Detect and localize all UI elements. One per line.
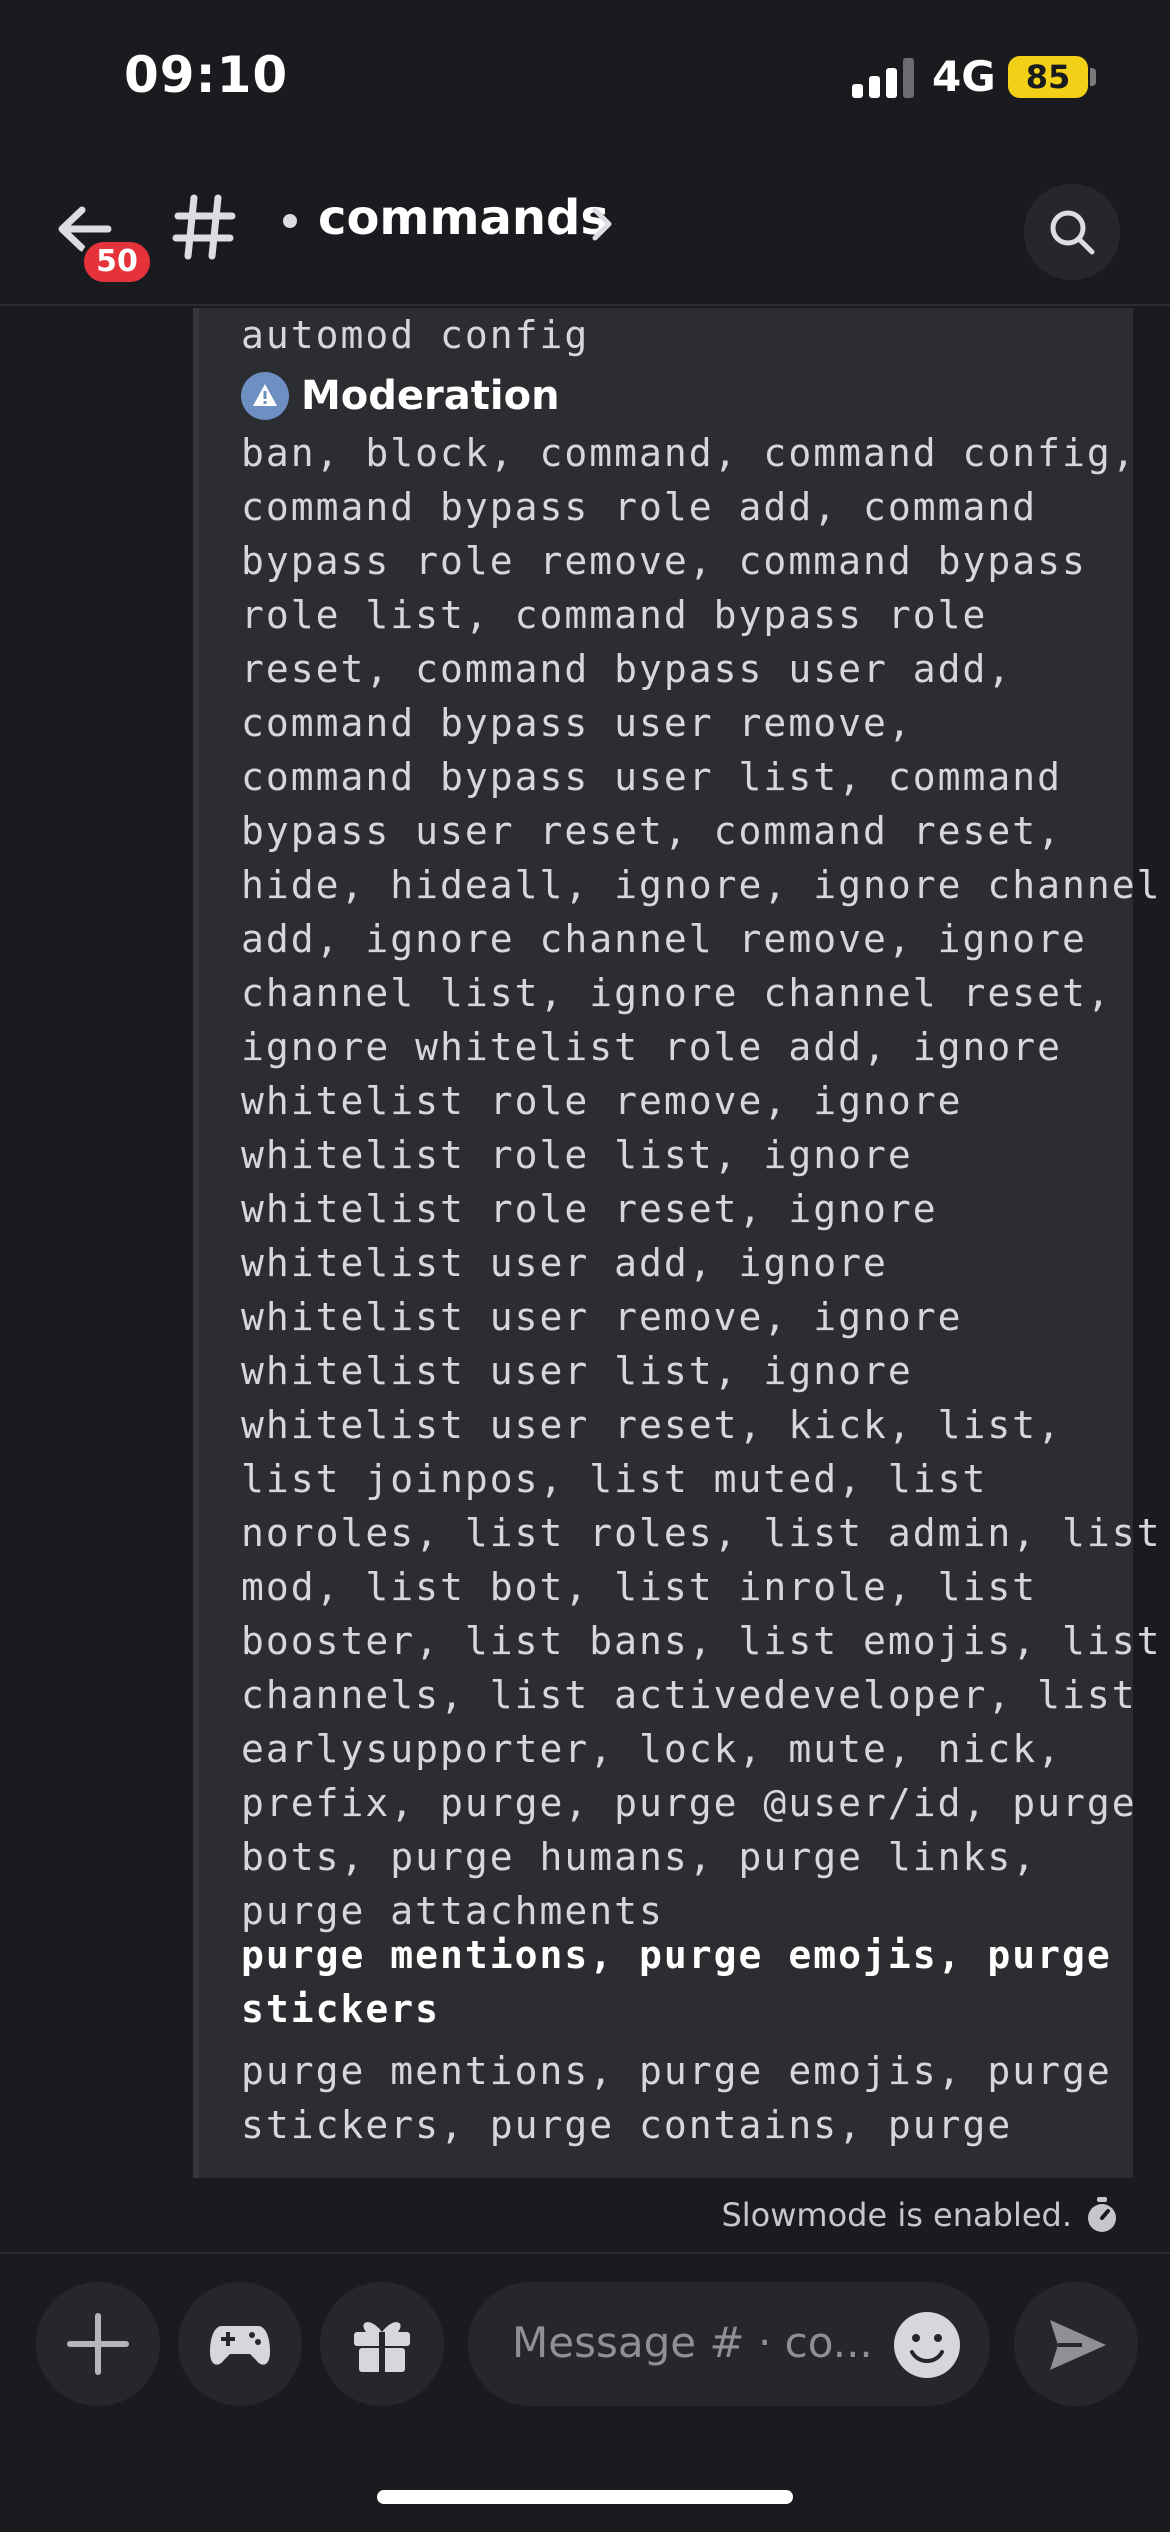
embed-field-title-bold: purge mentions, purge emojis, purge stic… <box>241 1928 1121 2036</box>
field-line: noroles, list roles, list admin, list <box>241 1511 1162 1555</box>
message-placeholder: Message # · co... <box>512 2318 873 2367</box>
discord-channel-screen: 09:10 4G 85 50 commands automod config M… <box>0 0 1170 2532</box>
field-line: role list, command bypass role <box>241 593 988 637</box>
field-line: channel list, ignore channel reset, <box>241 971 1112 1015</box>
embed-accent-bar <box>193 308 199 2178</box>
field-line: booster, list bans, list emojis, list <box>241 1619 1162 1663</box>
channel-status-dot <box>283 214 297 228</box>
field-line: whitelist role remove, ignore <box>241 1079 963 1123</box>
embed-text-line: automod config <box>241 313 590 357</box>
battery-tip <box>1090 68 1096 86</box>
send-icon <box>1050 2320 1106 2370</box>
embed-field-body-2: purge mentions, purge emojis, purge stic… <box>241 2044 1121 2152</box>
field-line: ignore whitelist role add, ignore <box>241 1025 1062 1069</box>
field-line: command bypass user remove, <box>241 701 913 745</box>
field-line: prefix, purge, purge @user/id, purge <box>241 1781 1137 1825</box>
search-button[interactable] <box>1024 184 1120 280</box>
field-line: whitelist user reset, kick, list, <box>241 1403 1062 1447</box>
field-line: ban, block, command, command config, <box>241 431 1137 475</box>
field-line: add, ignore channel remove, ignore <box>241 917 1087 961</box>
emoji-icon[interactable] <box>892 2310 962 2380</box>
gift-button[interactable] <box>320 2282 444 2406</box>
field-line: bots, purge humans, purge links, <box>241 1835 1038 1879</box>
message-embed: automod, automod filter config, automod … <box>193 308 1162 2178</box>
unread-badge: 50 <box>80 238 154 286</box>
field-line: reset, command bypass user add, <box>241 647 1013 691</box>
search-icon <box>1050 210 1095 255</box>
field-line: hide, hideall, ignore, ignore channel <box>241 863 1162 907</box>
field-line: list joinpos, list muted, list <box>241 1457 988 1501</box>
bold-field-line: stickers <box>241 1987 441 2031</box>
field-line: bypass role remove, command bypass <box>241 539 1087 583</box>
network-type: 4G <box>932 52 996 101</box>
slowmode-text: Slowmode is enabled. <box>721 2196 1072 2234</box>
gamepad-icon <box>210 2326 270 2365</box>
field-line: command bypass role add, command <box>241 485 1038 529</box>
field-line: whitelist role reset, ignore <box>241 1187 938 1231</box>
field-line: command bypass user list, command <box>241 755 1062 799</box>
channel-header: 50 commands <box>0 150 1170 306</box>
channel-title[interactable]: commands <box>318 190 609 246</box>
home-indicator[interactable] <box>377 2490 793 2504</box>
embed-field-body: ban, block, command, command config, com… <box>241 426 1162 1938</box>
field-line: earlysupporter, lock, mute, nick, <box>241 1727 1062 1771</box>
field-line: stickers, purge contains, purge <box>241 2103 1013 2147</box>
field-line: bypass user reset, command reset, <box>241 809 1062 853</box>
status-time: 09:10 <box>124 46 289 104</box>
chevron-right-icon[interactable] <box>590 202 616 246</box>
plus-icon <box>67 2313 129 2375</box>
status-bar: 09:10 4G 85 <box>0 0 1170 150</box>
field-line: channels, list activedeveloper, list <box>241 1673 1137 1717</box>
hash-icon <box>172 192 238 262</box>
stopwatch-icon <box>1088 2197 1116 2232</box>
bold-field-line: purge mentions, purge emojis, purge <box>241 1933 1112 1977</box>
field-title-text: Moderation <box>301 373 560 419</box>
battery-level: 85 <box>1025 58 1071 96</box>
activities-button[interactable] <box>178 2282 302 2406</box>
gift-icon <box>354 2322 410 2374</box>
field-line: whitelist role list, ignore <box>241 1133 913 1177</box>
battery-icon: 85 <box>1008 56 1088 98</box>
add-attachment-button[interactable] <box>36 2282 160 2406</box>
field-line: whitelist user add, ignore <box>241 1241 888 1285</box>
field-line: whitelist user remove, ignore <box>241 1295 963 1339</box>
message-input[interactable]: Message # · co... <box>468 2282 990 2406</box>
message-list[interactable]: automod, automod filter config, automod … <box>0 308 1170 2178</box>
embed-field-title: Moderation <box>241 368 560 424</box>
signal-strength-icon <box>852 58 914 98</box>
field-line: whitelist user list, ignore <box>241 1349 913 1393</box>
field-line: mod, list bot, list inrole, list <box>241 1565 1038 1609</box>
field-line: purge mentions, purge emojis, purge <box>241 2049 1112 2093</box>
warning-icon <box>241 372 289 420</box>
send-button[interactable] <box>1014 2282 1138 2406</box>
slowmode-banner: Slowmode is enabled. <box>0 2178 1170 2254</box>
